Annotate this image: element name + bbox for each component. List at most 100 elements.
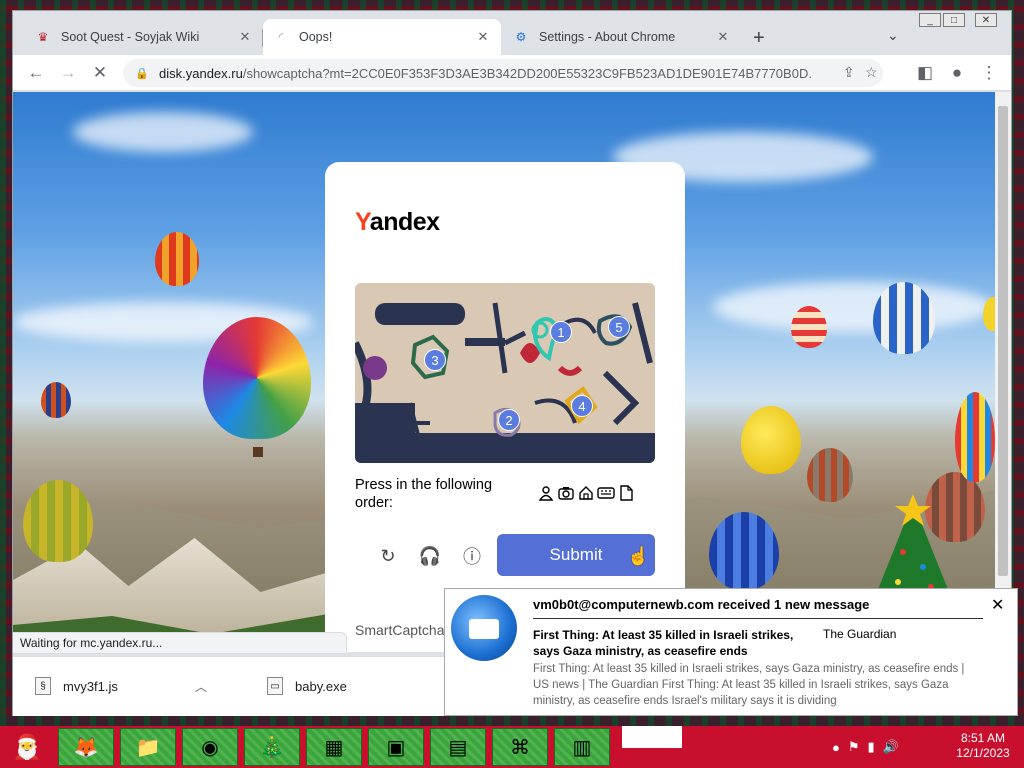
system-tray: ● ⚑ ▮ 🔊 — [832, 730, 899, 764]
side-panel-icon[interactable]: ◧ — [913, 61, 937, 85]
page-viewport: Yandex 1 2 3 4 5 Press in the following … — [13, 92, 995, 652]
chevron-up-icon[interactable]: ︿ — [195, 678, 207, 695]
hand-cursor-icon: ☝ — [627, 546, 650, 566]
info-icon[interactable]: ⓘ — [459, 543, 485, 569]
download-filename: baby.exe — [295, 678, 347, 694]
document-icon — [617, 484, 635, 502]
hot-air-balloon — [873, 282, 935, 354]
chevron-down-icon[interactable]: ⌄ — [887, 27, 899, 44]
bookmark-star-icon[interactable]: ☆ — [865, 64, 878, 81]
refresh-icon[interactable]: ↻ — [375, 543, 401, 569]
image-viewer-icon[interactable]: ▣ — [368, 728, 424, 766]
cloud — [713, 282, 993, 332]
maximize-icon[interactable]: □ — [943, 13, 965, 27]
calendar-icon[interactable]: ▦ — [306, 728, 362, 766]
stop-loading-icon[interactable]: ✕ — [88, 61, 112, 85]
tab-title: Settings - About Chrome — [539, 30, 676, 44]
soyjak-favicon-icon: ♛ — [37, 30, 49, 44]
captcha-order-icons — [537, 484, 635, 502]
control-panel-icon[interactable]: ▥ — [554, 728, 610, 766]
house-icon — [577, 484, 595, 502]
forward-arrow-icon[interactable]: → — [56, 61, 80, 85]
camera-icon — [557, 484, 575, 502]
smartcaptcha-label: SmartCaptcha — [355, 622, 445, 638]
hot-air-balloon — [41, 382, 71, 418]
download-item-baby[interactable]: ▭ baby.exe — [267, 677, 347, 695]
new-tab-plus-icon[interactable]: + — [753, 27, 765, 50]
hot-air-balloon — [741, 406, 801, 474]
captcha-card: Yandex 1 2 3 4 5 Press in the following … — [325, 162, 685, 652]
record-indicator-icon[interactable]: ● — [832, 740, 840, 755]
close-icon[interactable]: ✕ — [715, 29, 731, 45]
new-mail-notification[interactable]: vm0b0t@computernewb.com received 1 new m… — [444, 588, 1018, 716]
notification-sender: The Guardian — [823, 627, 897, 641]
chrome-icon[interactable]: ◉ — [182, 728, 238, 766]
start-button-santa-icon[interactable]: 🎅 — [4, 728, 50, 766]
settings-gear-icon: ⚙ — [515, 30, 527, 44]
profile-avatar-icon[interactable]: ● — [945, 61, 969, 85]
network-status-icon[interactable]: ▮ — [868, 739, 875, 755]
firefox-icon[interactable]: 🦊 — [58, 728, 114, 766]
back-arrow-icon[interactable]: ← — [24, 61, 48, 85]
security-flag-icon[interactable]: ⚑ — [848, 739, 860, 755]
yandex-logo: Yandex — [355, 208, 440, 236]
captcha-instruction: Press in the following order: — [355, 477, 493, 511]
cloud — [73, 112, 253, 152]
network-icon[interactable]: ⌘ — [492, 728, 548, 766]
close-icon[interactable]: ✕ — [237, 29, 253, 45]
keyboard-icon — [597, 484, 615, 502]
url-host: disk.yandex.ru — [159, 65, 243, 81]
close-icon[interactable]: ✕ — [991, 595, 1004, 615]
status-bubble: Waiting for mc.yandex.ru... — [13, 632, 347, 654]
hot-air-balloon — [155, 232, 199, 286]
captcha-marker-5[interactable]: 5 — [608, 316, 630, 338]
menu-kebab-icon[interactable]: ⋮ — [977, 61, 1001, 85]
loading-spinner-icon: ◜ — [278, 30, 284, 44]
hot-air-balloon — [807, 448, 853, 502]
hot-air-balloon — [983, 297, 995, 331]
tab-title: Oops! — [299, 30, 333, 44]
share-icon[interactable]: ⇪ — [843, 64, 855, 81]
thunderbird-icon — [451, 595, 517, 661]
volume-icon[interactable]: 🔊 — [883, 739, 899, 755]
hot-air-balloon — [203, 317, 311, 439]
close-window-icon[interactable]: ✕ — [975, 13, 997, 27]
notification-divider — [533, 618, 983, 619]
audio-headphones-icon[interactable]: 🎧 — [417, 543, 443, 569]
tree-icon[interactable]: 🎄 — [244, 728, 300, 766]
clock-time: 8:51 AM — [960, 731, 1006, 745]
hot-air-balloon — [791, 306, 827, 348]
vertical-scrollbar[interactable] — [995, 92, 1011, 592]
hot-air-balloon — [955, 392, 995, 482]
person-icon — [537, 484, 555, 502]
captcha-marker-1[interactable]: 1 — [550, 321, 572, 343]
hot-air-balloon — [23, 480, 93, 562]
captcha-marker-2[interactable]: 2 — [498, 409, 520, 431]
browser-toolbar: ← → ✕ 🔒 disk.yandex.ru /showcaptcha?mt=2… — [13, 55, 1011, 91]
close-icon[interactable]: ✕ — [475, 29, 491, 45]
tab-title: Soot Quest - Soyjak Wiki — [61, 30, 200, 44]
exe-file-icon: ▭ — [267, 677, 283, 695]
balloon-basket — [253, 447, 263, 457]
scrollbar-thumb[interactable] — [998, 106, 1008, 576]
system-clock[interactable]: 8:51 AM 12/1/2023 — [950, 731, 1016, 761]
tab-oops[interactable]: ◜ Oops! ✕ — [263, 19, 501, 55]
script-file-icon: § — [35, 677, 51, 695]
url-path: /showcaptcha?mt=2CC0E0F353F3D3AE3B342DD2… — [242, 65, 813, 81]
download-filename: mvy3f1.js — [63, 678, 118, 694]
lock-icon[interactable]: 🔒 — [135, 67, 149, 80]
file-explorer-icon[interactable]: 📁 — [120, 728, 176, 766]
captcha-marker-4[interactable]: 4 — [571, 395, 593, 417]
captcha-marker-3[interactable]: 3 — [424, 349, 446, 371]
address-bar[interactable]: 🔒 disk.yandex.ru /showcaptcha?mt=2CC0E0F… — [123, 59, 883, 87]
clock-date: 12/1/2023 — [956, 746, 1010, 760]
notification-preview: First Thing: At least 35 killed in Israe… — [533, 663, 965, 707]
captcha-image[interactable]: 1 2 3 4 5 — [355, 283, 655, 463]
tab-settings-about-chrome[interactable]: ⚙ Settings - About Chrome ✕ — [503, 19, 741, 55]
taskbar: 🎅 🦊 📁 ◉ 🎄 ▦ ▣ ▤ ⌘ ▥ ● ⚑ ▮ 🔊 8:51 AM 12/1… — [0, 726, 1024, 768]
tab-soot-quest[interactable]: ♛ Soot Quest - Soyjak Wiki ✕ — [25, 19, 263, 55]
download-item-mvy3f1[interactable]: § mvy3f1.js ︿ — [35, 677, 207, 695]
minimize-icon[interactable]: _ — [919, 13, 941, 27]
notepad-icon[interactable]: ▤ — [430, 728, 486, 766]
tab-strip: ♛ Soot Quest - Soyjak Wiki ✕ ◜ Oops! ✕ ⚙… — [13, 11, 1011, 55]
